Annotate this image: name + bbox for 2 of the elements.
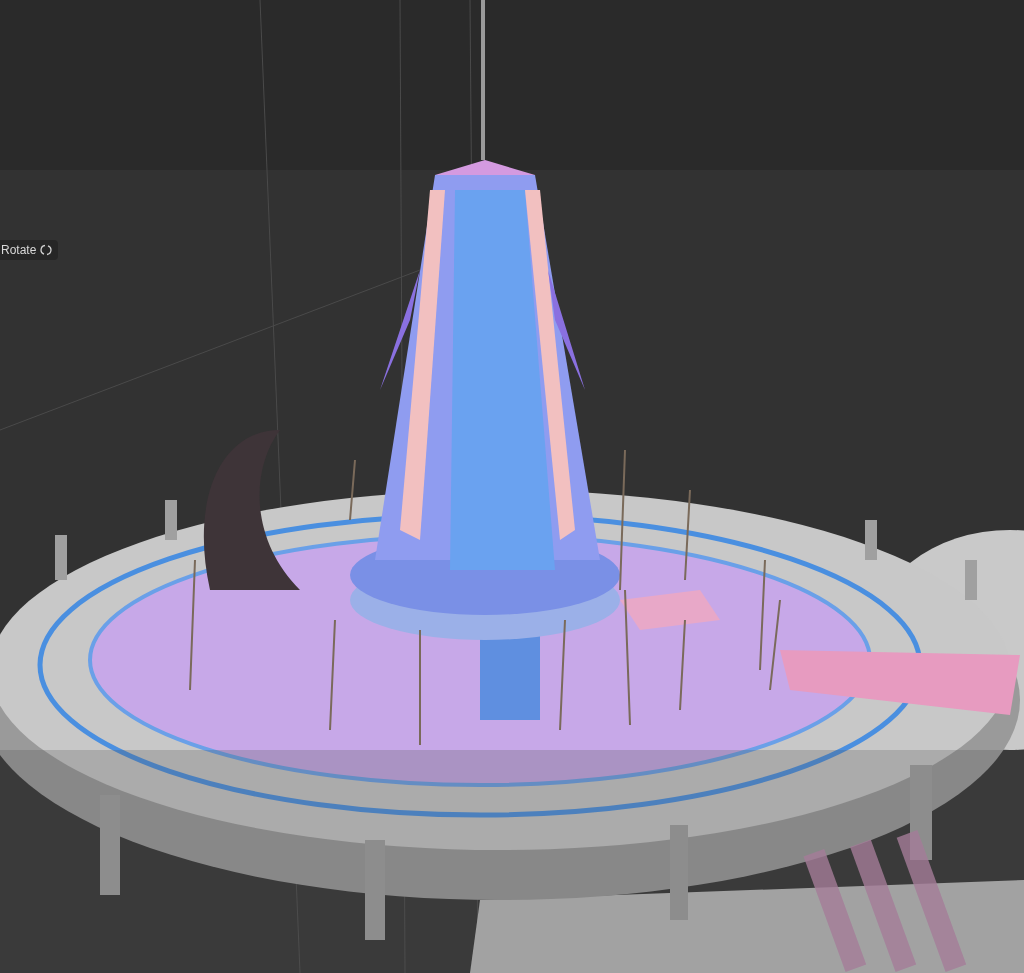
rotate-icon <box>40 244 53 256</box>
rotate-button[interactable]: Rotate <box>0 240 59 260</box>
